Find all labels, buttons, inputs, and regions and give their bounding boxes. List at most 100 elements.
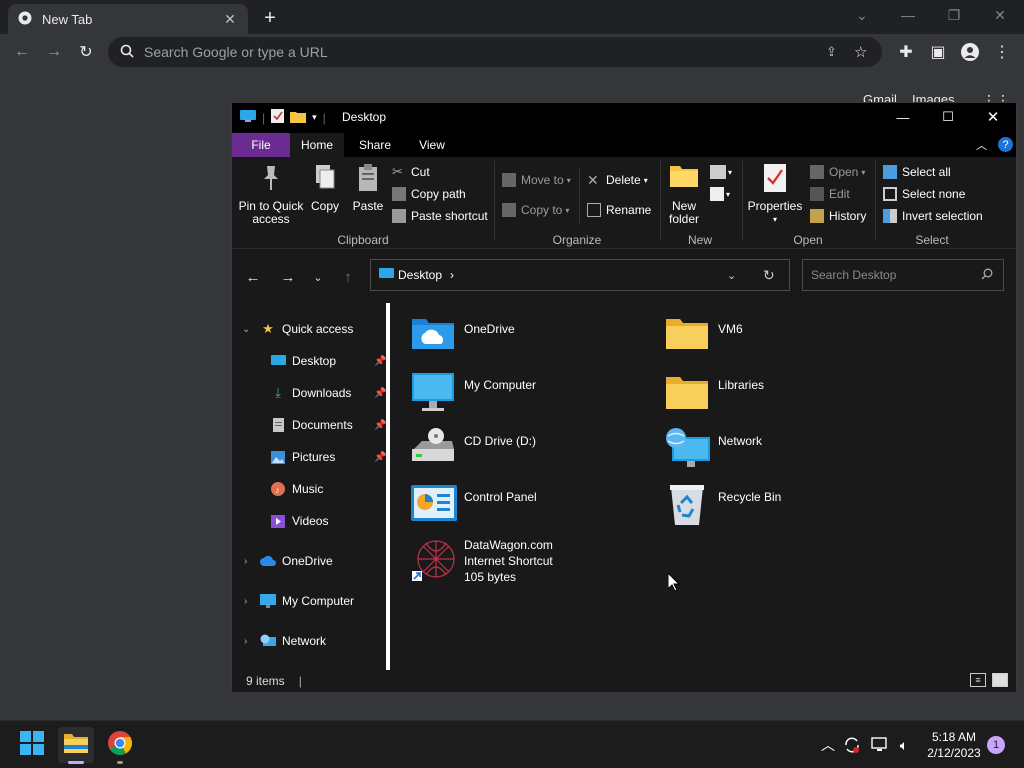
nav-downloads[interactable]: ⤓ Downloads 📌	[232, 381, 386, 405]
expanded-chevron-icon[interactable]: ⌄	[242, 324, 250, 335]
select-none-button[interactable]: Select none	[883, 187, 965, 201]
nav-documents[interactable]: Documents 📌	[232, 413, 386, 437]
up-arrow-icon[interactable]: ↑	[337, 266, 359, 288]
properties-button[interactable]: Properties ▾	[746, 163, 804, 226]
maximize-button[interactable]: ☐	[925, 103, 971, 131]
nav-network[interactable]: › Network	[232, 629, 386, 653]
item-libraries[interactable]: Libraries	[664, 371, 914, 421]
browser-tab[interactable]: New Tab ✕	[8, 4, 248, 34]
address-row: ← → ⌄ ↑ Desktop › ⌄ ↻ Search Desktop	[232, 250, 1016, 302]
breadcrumb-desktop[interactable]: Desktop	[398, 268, 442, 282]
collapsed-chevron-icon[interactable]: ›	[244, 636, 247, 647]
invert-selection-icon	[883, 209, 897, 223]
copy-path-button[interactable]: Copy path	[392, 187, 466, 201]
search-box[interactable]: Search Desktop	[802, 259, 1004, 291]
extensions-icon[interactable]: ✚	[892, 38, 920, 66]
address-bar[interactable]: Desktop › ⌄ ↻	[370, 259, 790, 291]
share-icon[interactable]: ⇪	[826, 44, 854, 60]
clock-date: 2/12/2023	[927, 746, 981, 760]
select-all-button[interactable]: Select all	[883, 165, 951, 179]
edit-button[interactable]: Edit	[810, 187, 850, 201]
chrome-menu-icon[interactable]: ⋮	[988, 38, 1016, 66]
delete-button[interactable]: ✕ Delete ▾	[587, 173, 648, 187]
item-count: 9 items	[246, 674, 285, 688]
new-folder-small-icon[interactable]	[290, 110, 307, 126]
properties-small-icon[interactable]	[271, 109, 285, 126]
nav-onedrive[interactable]: › OneDrive	[232, 549, 386, 573]
recent-locations-icon[interactable]: ⌄	[307, 266, 329, 288]
tab-view[interactable]: View	[407, 133, 457, 157]
nav-music[interactable]: ♪ Music	[232, 477, 386, 501]
start-button[interactable]	[14, 727, 50, 763]
history-button[interactable]: History	[810, 209, 866, 223]
network-tray-icon[interactable]	[870, 735, 890, 755]
nav-pictures[interactable]: Pictures 📌	[232, 445, 386, 469]
address-dropdown-icon[interactable]: ⌄	[727, 269, 736, 282]
tab-home[interactable]: Home	[290, 133, 344, 157]
easy-access-button[interactable]: ▾	[710, 187, 730, 201]
close-button[interactable]: ✕	[970, 103, 1016, 131]
paste-shortcut-button[interactable]: Paste shortcut	[392, 209, 488, 223]
tab-share[interactable]: Share	[350, 133, 400, 157]
back-arrow-icon[interactable]: ←	[242, 266, 264, 288]
taskbar-file-explorer[interactable]	[58, 727, 94, 764]
cut-button[interactable]: ✂ Cut	[392, 165, 430, 180]
refresh-icon[interactable]: ↻	[763, 267, 775, 284]
large-icons-view-icon[interactable]	[992, 673, 1008, 687]
item-my-computer[interactable]: My Computer	[410, 371, 660, 421]
tab-search-icon[interactable]: ⌄	[842, 2, 882, 28]
nav-videos[interactable]: Videos	[232, 509, 386, 533]
nav-desktop[interactable]: Desktop 📌	[232, 349, 386, 373]
copy-to-button[interactable]: Copy to ▾	[502, 203, 569, 217]
copy-button[interactable]: Copy	[308, 163, 342, 213]
paste-button[interactable]: Paste	[350, 163, 386, 213]
open-icon	[810, 165, 824, 179]
omnibox[interactable]: Search Google or type a URL ⇪ ☆	[108, 37, 882, 67]
bookmark-star-icon[interactable]: ☆	[854, 43, 882, 61]
forward-icon[interactable]: →	[40, 38, 68, 66]
sync-status-icon[interactable]	[842, 735, 862, 755]
profile-avatar[interactable]	[956, 38, 984, 66]
pinned-icon: 📌	[374, 419, 387, 431]
item-cd-drive[interactable]: CD Drive (D:)	[410, 427, 660, 477]
restore-browser-button[interactable]: ❐	[934, 2, 974, 28]
pin-quick-access-button[interactable]: Pin to Quick access	[238, 163, 304, 226]
taskbar-chrome[interactable]	[102, 727, 138, 764]
item-vm6[interactable]: VM6	[664, 315, 914, 365]
collapse-ribbon-icon[interactable]: ︿	[976, 137, 987, 153]
side-panel-icon[interactable]: ▣	[924, 38, 952, 66]
show-hidden-icons-icon[interactable]: ︿	[818, 735, 838, 755]
minimize-button[interactable]: —	[880, 103, 926, 131]
nav-my-computer[interactable]: › My Computer	[232, 589, 386, 613]
minimize-browser-button[interactable]: —	[888, 2, 928, 28]
new-item-button[interactable]: ▾	[710, 165, 732, 179]
item-datawagon-shortcut[interactable]: DataWagon.com Internet Shortcut 105 byte…	[410, 537, 660, 593]
open-button[interactable]: Open ▾	[810, 165, 865, 179]
invert-selection-button[interactable]: Invert selection	[883, 209, 983, 223]
new-tab-button[interactable]: +	[258, 6, 282, 30]
reload-icon[interactable]: ↻	[72, 38, 100, 66]
item-recycle-bin[interactable]: Recycle Bin	[664, 483, 914, 533]
collapsed-chevron-icon[interactable]: ›	[244, 556, 247, 567]
clock[interactable]: 5:18 AM 2/12/2023	[918, 729, 990, 761]
move-to-button[interactable]: Move to ▾	[502, 173, 571, 187]
item-network[interactable]: Network	[664, 427, 914, 477]
rename-button[interactable]: Rename	[587, 203, 651, 217]
breadcrumb-chevron-icon[interactable]: ›	[450, 268, 454, 282]
close-browser-button[interactable]: ✕	[980, 2, 1020, 28]
forward-arrow-icon[interactable]: →	[277, 266, 299, 288]
item-control-panel[interactable]: Control Panel	[410, 483, 660, 533]
help-icon[interactable]: ?	[998, 137, 1013, 152]
customize-toolbar-icon[interactable]: ▾	[312, 112, 317, 123]
volume-icon[interactable]: 🔈︎	[894, 735, 914, 755]
collapsed-chevron-icon[interactable]: ›	[244, 596, 247, 607]
tab-file[interactable]: File	[232, 133, 290, 157]
back-icon[interactable]: ←	[8, 38, 36, 66]
item-onedrive[interactable]: OneDrive	[410, 315, 660, 365]
details-view-icon[interactable]: ≡	[970, 673, 986, 687]
new-folder-button[interactable]: New folder	[664, 163, 704, 226]
close-tab-icon[interactable]: ✕	[222, 11, 238, 27]
nav-quick-access[interactable]: ⌄ ★ Quick access	[232, 317, 386, 341]
notification-badge[interactable]: 1	[987, 736, 1005, 754]
paste-shortcut-icon	[392, 209, 406, 223]
